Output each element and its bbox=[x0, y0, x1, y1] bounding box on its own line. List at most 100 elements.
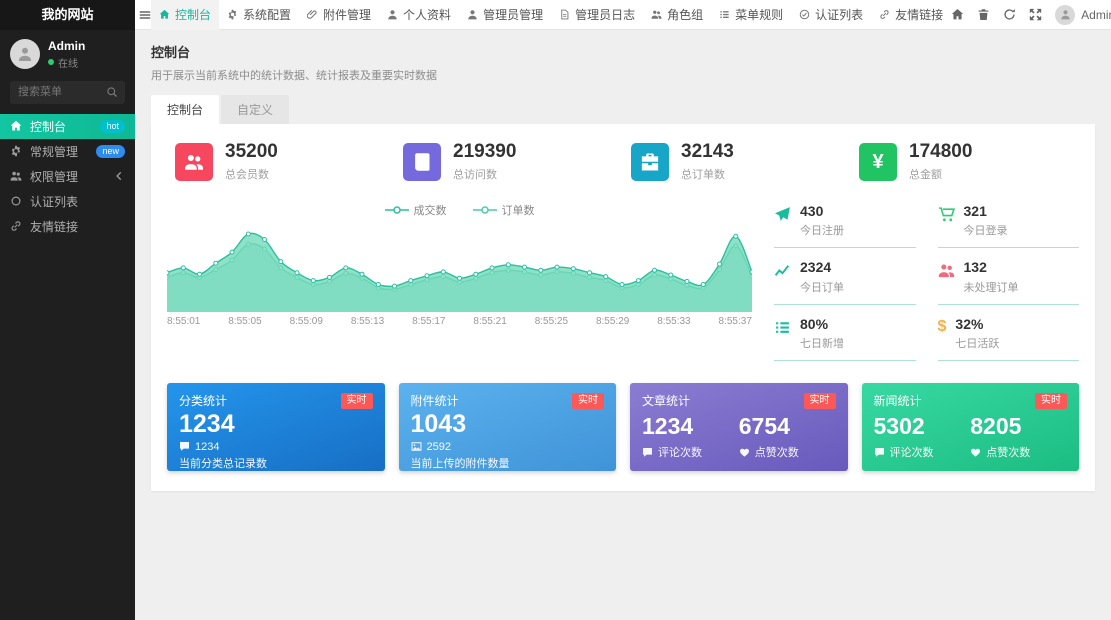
topbar-tab-cert-list[interactable]: 认证列表 bbox=[791, 0, 871, 30]
topbar-tab-sysconfig[interactable]: 系统配置 bbox=[219, 0, 299, 30]
topbar-tab-dashboard[interactable]: 控制台 bbox=[151, 0, 219, 30]
stat-orders: 32143总订单数 bbox=[623, 142, 851, 182]
topbar-tab-roles[interactable]: 角色组 bbox=[643, 0, 711, 30]
card-title: 文章统计 bbox=[642, 392, 690, 409]
home-icon[interactable] bbox=[951, 8, 964, 21]
link-icon bbox=[10, 220, 22, 232]
content-tabs: 控制台 自定义 bbox=[151, 95, 1095, 124]
sidebar-item-cert-list[interactable]: 认证列表 bbox=[0, 189, 135, 214]
fullscreen-icon[interactable] bbox=[1029, 8, 1042, 21]
stat-label: 总会员数 bbox=[225, 166, 278, 182]
card-big-value: 1043 bbox=[411, 411, 605, 439]
card-desc: 当前上传的附件数量 bbox=[411, 455, 605, 471]
bars-icon bbox=[139, 9, 151, 21]
user-icon bbox=[387, 9, 398, 20]
hot-badge: hot bbox=[100, 120, 125, 133]
topbar-tab-menu-rules[interactable]: 菜单规则 bbox=[711, 0, 791, 30]
stat-value: 219390 bbox=[453, 142, 516, 163]
topbar-tab-admins[interactable]: 管理员管理 bbox=[459, 0, 551, 30]
tab-dashboard[interactable]: 控制台 bbox=[151, 95, 219, 124]
x-axis-label: 8:55:09 bbox=[290, 316, 323, 327]
search-icon bbox=[106, 86, 118, 98]
x-axis-label: 8:55:33 bbox=[657, 316, 690, 327]
card-desc: 当前分类总记录数 bbox=[179, 455, 373, 471]
mini-stat-week-active: $ 32%七日活跃 bbox=[938, 317, 1080, 361]
card-title: 新闻统计 bbox=[874, 392, 922, 409]
chart-line-icon bbox=[774, 262, 791, 279]
new-badge: new bbox=[96, 145, 125, 158]
page-title: 控制台 bbox=[151, 42, 1095, 61]
card-category-stats: 分类统计实时 1234 1234 当前分类总记录数 bbox=[167, 383, 385, 471]
stat-value: 174800 bbox=[909, 142, 972, 163]
image-icon bbox=[411, 441, 422, 452]
cart-icon bbox=[938, 206, 955, 223]
chevron-left-icon bbox=[113, 170, 125, 182]
sidebar-item-label: 常规管理 bbox=[30, 143, 78, 160]
card-big-value: 1234 bbox=[179, 411, 373, 439]
avatar bbox=[10, 39, 40, 69]
card-attachment-stats: 附件统计实时 1043 2592 当前上传的附件数量 bbox=[399, 383, 617, 471]
home-icon bbox=[10, 120, 22, 132]
realtime-badge: 实时 bbox=[341, 393, 373, 409]
list-icon bbox=[774, 319, 791, 336]
x-axis-label: 8:55:37 bbox=[719, 316, 752, 327]
topbar-actions: Admin bbox=[951, 5, 1111, 25]
gear-icon bbox=[10, 145, 22, 157]
dashboard-panel: 35200 总会员数 219390总访问数 32143总订单数 ¥ 174800总… bbox=[151, 124, 1095, 491]
avatar bbox=[1055, 5, 1075, 25]
sidebar-search bbox=[10, 81, 125, 104]
legend-item-deals[interactable]: 成交数 bbox=[385, 202, 447, 218]
refresh-icon[interactable] bbox=[1003, 8, 1016, 21]
user-icon bbox=[467, 9, 478, 20]
area-chart bbox=[167, 224, 752, 312]
users-icon bbox=[651, 9, 662, 20]
mini-stat-pending-orders: 132未处理订单 bbox=[938, 260, 1080, 304]
dollar-icon: $ bbox=[938, 319, 947, 335]
link-icon bbox=[879, 9, 890, 20]
card-news-stats: 新闻统计实时 5302评论次数 8205点赞次数 bbox=[862, 383, 1080, 471]
topbar-tab-attachments[interactable]: 附件管理 bbox=[299, 0, 379, 30]
chart-legend: 成交数 订单数 bbox=[167, 202, 752, 218]
book-icon bbox=[403, 143, 441, 181]
yen-icon: ¥ bbox=[859, 143, 897, 181]
mini-stat-registrations: 430今日注册 bbox=[774, 204, 916, 248]
sidebar-item-label: 友情链接 bbox=[30, 218, 78, 235]
tab-custom[interactable]: 自定义 bbox=[221, 95, 289, 124]
sidebar-toggle-button[interactable] bbox=[139, 0, 151, 30]
topbar-tab-links[interactable]: 友情链接 bbox=[871, 0, 951, 30]
topbar-user-menu[interactable]: Admin bbox=[1055, 5, 1111, 25]
online-dot-icon bbox=[48, 59, 54, 65]
x-axis-label: 8:55:05 bbox=[228, 316, 261, 327]
sidebar-user-name: Admin bbox=[48, 39, 85, 55]
sidebar-user-panel[interactable]: Admin 在线 bbox=[0, 30, 135, 79]
stat-amount: ¥ 174800总金额 bbox=[851, 142, 1079, 182]
comment-icon bbox=[874, 447, 885, 458]
stat-value: 35200 bbox=[225, 142, 278, 163]
stat-row: 35200 总会员数 219390总访问数 32143总订单数 ¥ 174800总… bbox=[167, 142, 1079, 182]
x-axis-label: 8:55:17 bbox=[412, 316, 445, 327]
members-icon bbox=[175, 143, 213, 181]
realtime-badge: 实时 bbox=[572, 393, 604, 409]
user-icon bbox=[1060, 9, 1071, 20]
stat-visits: 219390总访问数 bbox=[395, 142, 623, 182]
sidebar-menu: 控制台 hot 常规管理 new 权限管理 认证列表 友情链接 bbox=[0, 114, 135, 239]
x-axis-label: 8:55:01 bbox=[167, 316, 200, 327]
topbar-tab-profile[interactable]: 个人资料 bbox=[379, 0, 459, 30]
paperclip-icon bbox=[307, 9, 318, 20]
realtime-badge: 实时 bbox=[804, 393, 836, 409]
users-icon bbox=[938, 262, 955, 279]
mini-stat-week-new: 80%七日新增 bbox=[774, 317, 916, 361]
sidebar-item-general[interactable]: 常规管理 new bbox=[0, 139, 135, 164]
realtime-badge: 实时 bbox=[1035, 393, 1067, 409]
list-icon bbox=[719, 9, 730, 20]
comment-icon bbox=[642, 447, 653, 458]
legend-item-orders[interactable]: 订单数 bbox=[473, 202, 535, 218]
sidebar-item-dashboard[interactable]: 控制台 hot bbox=[0, 114, 135, 139]
sidebar-item-links[interactable]: 友情链接 bbox=[0, 214, 135, 239]
x-axis-label: 8:55:25 bbox=[535, 316, 568, 327]
sidebar-item-auth[interactable]: 权限管理 bbox=[0, 164, 135, 189]
topbar-tab-admin-logs[interactable]: 管理员日志 bbox=[551, 0, 643, 30]
trash-icon[interactable] bbox=[977, 8, 990, 21]
briefcase-icon bbox=[631, 143, 669, 181]
legend-marker-icon bbox=[385, 206, 409, 214]
